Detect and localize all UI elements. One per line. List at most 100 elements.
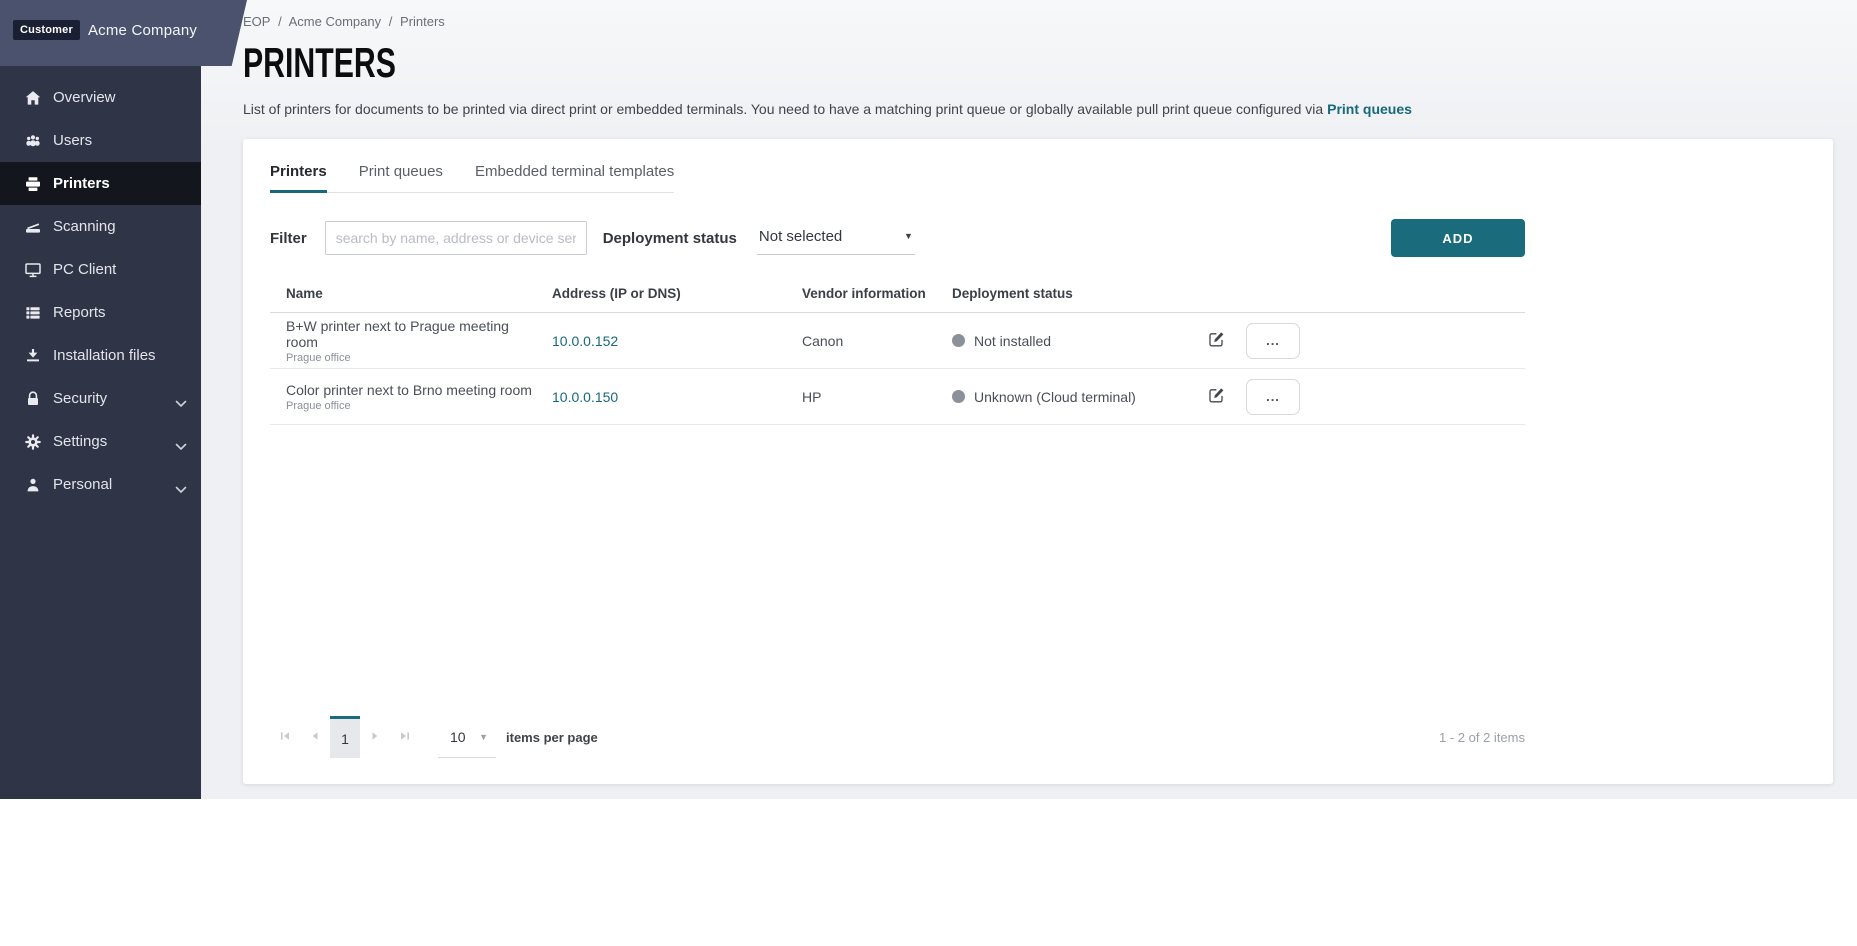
status-text: Unknown (Cloud terminal) bbox=[974, 389, 1136, 405]
filter-row: Filter Deployment status Not selected ▼ … bbox=[270, 219, 1525, 257]
more-actions-button[interactable]: ... bbox=[1246, 379, 1300, 415]
edit-icon bbox=[1208, 387, 1225, 407]
items-per-page-label: items per page bbox=[506, 730, 598, 745]
previous-page-button[interactable] bbox=[300, 716, 330, 758]
customer-badge: Customer bbox=[13, 20, 80, 40]
page-number-button[interactable]: 1 bbox=[330, 716, 360, 758]
breadcrumb-acme-company[interactable]: Acme Company bbox=[289, 14, 381, 29]
search-input[interactable] bbox=[325, 221, 587, 255]
first-page-button[interactable] bbox=[270, 716, 300, 758]
sidebar-item-security[interactable]: Security bbox=[0, 377, 201, 420]
sidebar-item-label: Overview bbox=[53, 89, 116, 106]
previous-page-icon bbox=[308, 729, 322, 746]
edit-icon bbox=[1208, 331, 1225, 351]
sidebar-item-label: Installation files bbox=[53, 347, 156, 364]
lock-icon bbox=[24, 390, 42, 408]
sidebar-item-installation-files[interactable]: Installation files bbox=[0, 334, 201, 377]
tab-bar: Printers Print queues Embedded terminal … bbox=[270, 153, 674, 193]
deployment-status-select[interactable]: Not selected ▼ bbox=[757, 222, 915, 255]
page-title: PRINTERS bbox=[243, 39, 1388, 87]
column-header-name: Name bbox=[270, 286, 536, 301]
more-actions-button[interactable]: ... bbox=[1246, 323, 1300, 359]
chevron-down-icon bbox=[175, 481, 187, 498]
chevron-down-icon bbox=[175, 395, 187, 412]
monitor-icon bbox=[24, 261, 42, 279]
table-header-row: Name Address (IP or DNS) Vendor informat… bbox=[270, 275, 1525, 313]
gear-icon bbox=[24, 433, 42, 451]
printers-table: Name Address (IP or DNS) Vendor informat… bbox=[270, 275, 1525, 425]
customer-banner: Customer Acme Company bbox=[0, 0, 247, 66]
sidebar-nav: Overview Users Printers Scanning PC Clie… bbox=[0, 76, 201, 506]
deployment-status-cell: Unknown (Cloud terminal) bbox=[936, 389, 1206, 405]
deployment-status-value: Not selected bbox=[759, 228, 842, 245]
sidebar: Overview Users Printers Scanning PC Clie… bbox=[0, 0, 201, 799]
sidebar-item-pc-client[interactable]: PC Client bbox=[0, 248, 201, 291]
next-page-button[interactable] bbox=[360, 716, 390, 758]
page-description: List of printers for documents to be pri… bbox=[243, 101, 1833, 117]
tab-embedded-terminal-templates[interactable]: Embedded terminal templates bbox=[475, 153, 674, 192]
printer-location: Prague office bbox=[286, 400, 536, 412]
breadcrumb-eop[interactable]: EOP bbox=[243, 14, 270, 29]
home-icon bbox=[24, 89, 42, 107]
pagination: 1 10 ▼ items per page 1 - 2 of 2 items bbox=[270, 716, 1525, 758]
sidebar-item-personal[interactable]: Personal bbox=[0, 463, 201, 506]
printer-name: B+W printer next to Prague meeting room bbox=[286, 318, 536, 350]
sidebar-item-overview[interactable]: Overview bbox=[0, 76, 201, 119]
printer-name-cell: Color printer next to Brno meeting room … bbox=[270, 382, 536, 412]
sidebar-item-settings[interactable]: Settings bbox=[0, 420, 201, 463]
breadcrumb-separator: / bbox=[278, 14, 282, 29]
page-description-text: List of printers for documents to be pri… bbox=[243, 101, 1327, 117]
sidebar-item-label: Scanning bbox=[53, 218, 116, 235]
last-page-button[interactable] bbox=[390, 716, 420, 758]
caret-down-icon: ▼ bbox=[479, 732, 488, 742]
caret-down-icon: ▼ bbox=[904, 231, 913, 241]
add-button[interactable]: ADD bbox=[1391, 219, 1525, 257]
printer-name: Color printer next to Brno meeting room bbox=[286, 382, 536, 398]
sidebar-item-label: Settings bbox=[53, 433, 107, 450]
column-header-vendor: Vendor information bbox=[786, 286, 936, 301]
status-dot bbox=[952, 390, 965, 403]
sidebar-item-scanning[interactable]: Scanning bbox=[0, 205, 201, 248]
tab-print-queues[interactable]: Print queues bbox=[359, 153, 443, 192]
main-content: EOP / Acme Company / Printers PRINTERS L… bbox=[201, 0, 1857, 799]
tab-printers[interactable]: Printers bbox=[270, 153, 327, 192]
edit-button[interactable] bbox=[1206, 385, 1246, 409]
column-header-address: Address (IP or DNS) bbox=[536, 286, 786, 301]
edit-button[interactable] bbox=[1206, 329, 1246, 353]
company-name: Acme Company bbox=[88, 22, 197, 39]
breadcrumb-printers: Printers bbox=[400, 14, 445, 29]
page-size-select[interactable]: 10 ▼ bbox=[438, 716, 496, 758]
table-row: B+W printer next to Prague meeting room … bbox=[270, 313, 1525, 369]
sidebar-item-label: Printers bbox=[53, 175, 110, 192]
app-window: Overview Users Printers Scanning PC Clie… bbox=[0, 0, 1857, 799]
sidebar-item-label: Personal bbox=[53, 476, 112, 493]
sidebar-item-reports[interactable]: Reports bbox=[0, 291, 201, 334]
table-row: Color printer next to Brno meeting room … bbox=[270, 369, 1525, 425]
sidebar-item-label: Users bbox=[53, 132, 92, 149]
printer-icon bbox=[24, 175, 42, 193]
column-header-deployment-status: Deployment status bbox=[936, 286, 1206, 301]
sidebar-item-label: Security bbox=[53, 390, 107, 407]
next-page-icon bbox=[368, 729, 382, 746]
filter-label: Filter bbox=[270, 230, 307, 247]
users-icon bbox=[24, 132, 42, 150]
print-queues-link[interactable]: Print queues bbox=[1327, 101, 1412, 117]
reports-icon bbox=[24, 304, 42, 322]
breadcrumb: EOP / Acme Company / Printers bbox=[243, 14, 1833, 29]
download-icon bbox=[24, 347, 42, 365]
printer-name-cell: B+W printer next to Prague meeting room … bbox=[270, 318, 536, 364]
sidebar-item-users[interactable]: Users bbox=[0, 119, 201, 162]
sidebar-item-label: Reports bbox=[53, 304, 106, 321]
person-icon bbox=[24, 476, 42, 494]
breadcrumb-separator: / bbox=[389, 14, 393, 29]
printer-location: Prague office bbox=[286, 352, 536, 364]
printer-address-link[interactable]: 10.0.0.152 bbox=[552, 333, 618, 349]
sidebar-item-printers[interactable]: Printers bbox=[0, 162, 201, 205]
status-dot bbox=[952, 334, 965, 347]
printer-address-link[interactable]: 10.0.0.150 bbox=[552, 389, 618, 405]
printers-card: Printers Print queues Embedded terminal … bbox=[243, 139, 1833, 784]
printer-vendor: HP bbox=[786, 389, 936, 405]
last-page-icon bbox=[398, 729, 412, 746]
card-inner: Printers Print queues Embedded terminal … bbox=[270, 153, 1525, 425]
chevron-down-icon bbox=[175, 438, 187, 455]
